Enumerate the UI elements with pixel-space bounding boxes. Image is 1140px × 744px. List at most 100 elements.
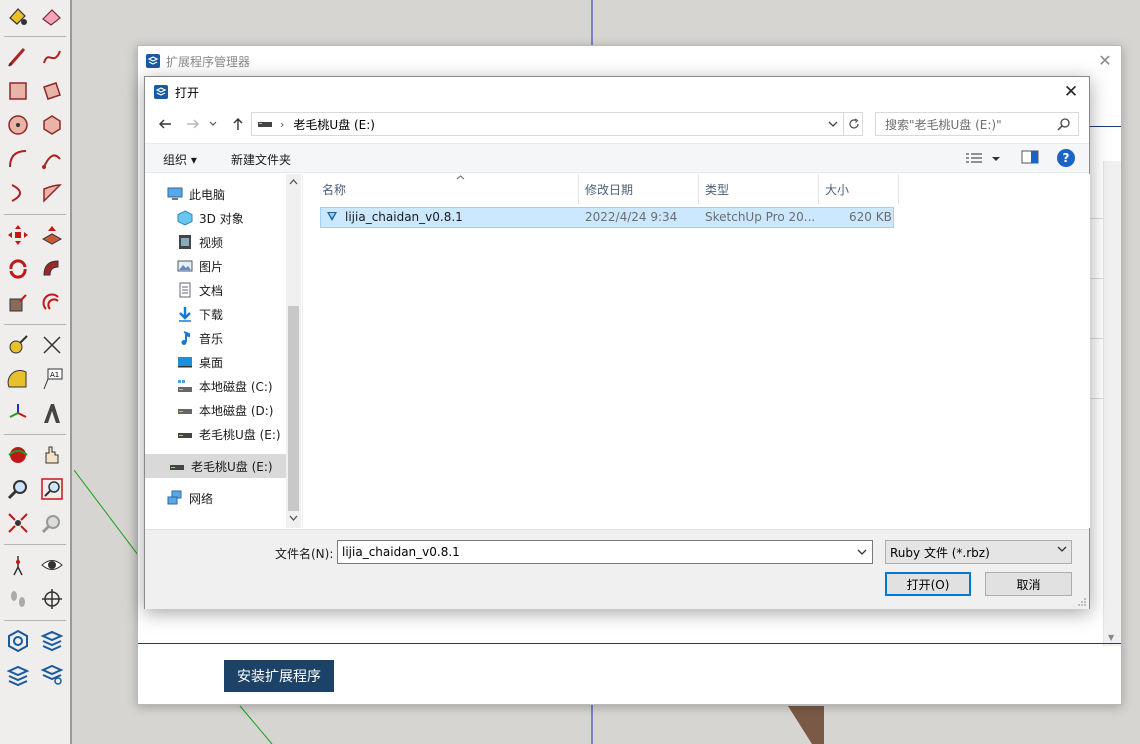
rectangle-icon[interactable] bbox=[4, 77, 32, 105]
scale-icon[interactable] bbox=[4, 289, 32, 317]
axes-icon[interactable] bbox=[4, 399, 32, 427]
orbit-icon[interactable] bbox=[4, 441, 32, 469]
tape-measure-icon[interactable] bbox=[4, 331, 32, 359]
previous-view-icon[interactable] bbox=[38, 509, 66, 537]
extension-warehouse-icon[interactable] bbox=[4, 627, 32, 655]
tree-item-videos[interactable]: 视频 bbox=[177, 230, 223, 254]
pie-icon[interactable] bbox=[38, 179, 66, 207]
file-list[interactable]: 名称 修改日期 类型 大小 lijia_chaidan_v0.8.1 2022/… bbox=[302, 174, 1090, 528]
zoom-window-icon[interactable] bbox=[38, 475, 66, 503]
zoom-icon[interactable] bbox=[4, 475, 32, 503]
change-view-button[interactable] bbox=[965, 150, 1005, 168]
tree-item-network[interactable]: 网络 bbox=[167, 486, 213, 510]
push-pull-icon[interactable] bbox=[38, 221, 66, 249]
navigation-bar: › 老毛桃U盘 (E:) 搜索"老毛桃U盘 (E:)" bbox=[145, 108, 1089, 140]
open-button[interactable]: 打开(O) bbox=[885, 572, 971, 596]
three-point-arc-icon[interactable] bbox=[4, 179, 32, 207]
tree-item-local-disk-d[interactable]: 本地磁盘 (D:) bbox=[177, 398, 273, 422]
forward-arrow-icon[interactable] bbox=[182, 113, 204, 135]
chevron-down-icon bbox=[1057, 544, 1067, 555]
pencil-icon[interactable] bbox=[4, 43, 32, 71]
tree-item-local-disk-c[interactable]: 本地磁盘 (C:) bbox=[177, 374, 273, 398]
rotate-icon[interactable] bbox=[4, 255, 32, 283]
breadcrumb[interactable]: 老毛桃U盘 (E:) bbox=[293, 116, 375, 133]
protractor-icon[interactable] bbox=[4, 365, 32, 393]
drive-icon bbox=[177, 402, 193, 418]
navigation-pane-scrollbar[interactable] bbox=[286, 174, 301, 528]
refresh-icon[interactable] bbox=[843, 112, 863, 136]
divider bbox=[138, 643, 1121, 644]
3d-text-icon[interactable] bbox=[38, 399, 66, 427]
tree-item-desktop[interactable]: 桌面 bbox=[177, 350, 223, 374]
layers-export-icon[interactable] bbox=[4, 661, 32, 689]
cancel-button[interactable]: 取消 bbox=[985, 572, 1072, 596]
navigation-pane: 此电脑 3D 对象 视频 图片 文档 下载 音乐 桌面 本地磁盘 (C:) 本地… bbox=[145, 174, 301, 528]
column-header-modified[interactable]: 修改日期 bbox=[579, 174, 699, 204]
tree-item-music[interactable]: 音乐 bbox=[177, 326, 223, 350]
close-icon[interactable]: ✕ bbox=[1095, 51, 1115, 71]
search-input[interactable]: 搜索"老毛桃U盘 (E:)" bbox=[875, 112, 1079, 136]
up-arrow-icon[interactable] bbox=[227, 113, 249, 135]
preview-pane-button[interactable] bbox=[1021, 150, 1041, 168]
zoom-extents-icon[interactable] bbox=[4, 509, 32, 537]
layers-settings-icon[interactable] bbox=[38, 661, 66, 689]
tree-item-pictures[interactable]: 图片 bbox=[177, 254, 223, 278]
scroll-down-arrow-icon[interactable]: ▼ bbox=[1108, 633, 1114, 642]
tree-item-this-pc[interactable]: 此电脑 bbox=[167, 182, 225, 206]
new-folder-button[interactable]: 新建文件夹 bbox=[231, 151, 291, 168]
usb-drive-icon bbox=[177, 426, 193, 442]
system-drive-icon bbox=[177, 378, 193, 394]
video-icon bbox=[177, 234, 193, 250]
rotated-rectangle-icon[interactable] bbox=[38, 77, 66, 105]
tree-item-documents[interactable]: 文档 bbox=[177, 278, 223, 302]
follow-me-icon[interactable] bbox=[38, 255, 66, 283]
tree-item-downloads[interactable]: 下载 bbox=[177, 302, 223, 326]
pan-icon[interactable] bbox=[38, 441, 66, 469]
filename-dropdown-chevron-icon[interactable] bbox=[853, 543, 871, 561]
address-dropdown-chevron-icon[interactable] bbox=[824, 113, 842, 135]
move-icon[interactable] bbox=[4, 221, 32, 249]
back-arrow-icon[interactable] bbox=[154, 113, 176, 135]
documents-icon bbox=[177, 282, 193, 298]
section-plane-icon[interactable] bbox=[38, 585, 66, 613]
usb-drive-icon bbox=[169, 458, 185, 474]
offset-icon[interactable] bbox=[38, 289, 66, 317]
tree-item-usb-drive-e-root[interactable]: 老毛桃U盘 (E:) bbox=[145, 454, 286, 478]
search-icon[interactable] bbox=[1056, 116, 1072, 132]
help-icon[interactable]: ? bbox=[1057, 149, 1075, 167]
install-extension-button[interactable]: 安装扩展程序 bbox=[224, 660, 334, 692]
layers-icon[interactable] bbox=[38, 627, 66, 655]
column-header-type[interactable]: 类型 bbox=[699, 174, 819, 204]
two-point-arc-icon[interactable] bbox=[38, 145, 66, 173]
filetype-select[interactable]: Ruby 文件 (*.rbz) bbox=[885, 540, 1072, 564]
polygon-icon[interactable] bbox=[38, 111, 66, 139]
look-around-icon[interactable] bbox=[38, 551, 66, 579]
tree-item-label: 文档 bbox=[199, 283, 224, 298]
filename-input[interactable] bbox=[337, 540, 873, 564]
position-camera-icon[interactable] bbox=[4, 551, 32, 579]
scroll-up-arrow-icon[interactable] bbox=[286, 176, 301, 191]
paint-bucket-icon[interactable] bbox=[4, 2, 32, 30]
column-header-name[interactable]: 名称 bbox=[316, 174, 579, 204]
tree-item-label: 网络 bbox=[189, 491, 214, 506]
walk-icon[interactable] bbox=[4, 585, 32, 613]
circle-icon[interactable] bbox=[4, 111, 32, 139]
scrollbar-thumb[interactable] bbox=[288, 306, 299, 511]
dimension-icon[interactable] bbox=[38, 331, 66, 359]
column-header-size[interactable]: 大小 bbox=[819, 174, 899, 204]
organize-menu[interactable]: 组织 ▾ bbox=[163, 151, 197, 168]
tree-item-3d-objects[interactable]: 3D 对象 bbox=[177, 206, 244, 230]
scroll-down-arrow-icon[interactable] bbox=[286, 512, 301, 527]
freehand-icon[interactable] bbox=[38, 43, 66, 71]
extension-list-scrollbar[interactable]: ▼ bbox=[1103, 161, 1121, 646]
file-row[interactable]: lijia_chaidan_v0.8.1 2022/4/24 9:34 Sket… bbox=[320, 207, 894, 228]
tree-item-usb-drive-e[interactable]: 老毛桃U盘 (E:) bbox=[177, 422, 281, 446]
arc-icon[interactable] bbox=[4, 145, 32, 173]
resize-grip-icon[interactable] bbox=[1077, 597, 1087, 607]
close-icon[interactable]: ✕ bbox=[1059, 81, 1083, 103]
address-bar[interactable]: › 老毛桃U盘 (E:) bbox=[251, 112, 863, 136]
eraser-icon[interactable] bbox=[38, 2, 66, 30]
tree-item-label: 3D 对象 bbox=[199, 211, 244, 226]
text-tool-icon[interactable]: A1 bbox=[38, 365, 66, 393]
recent-locations-chevron-icon[interactable] bbox=[207, 113, 219, 135]
